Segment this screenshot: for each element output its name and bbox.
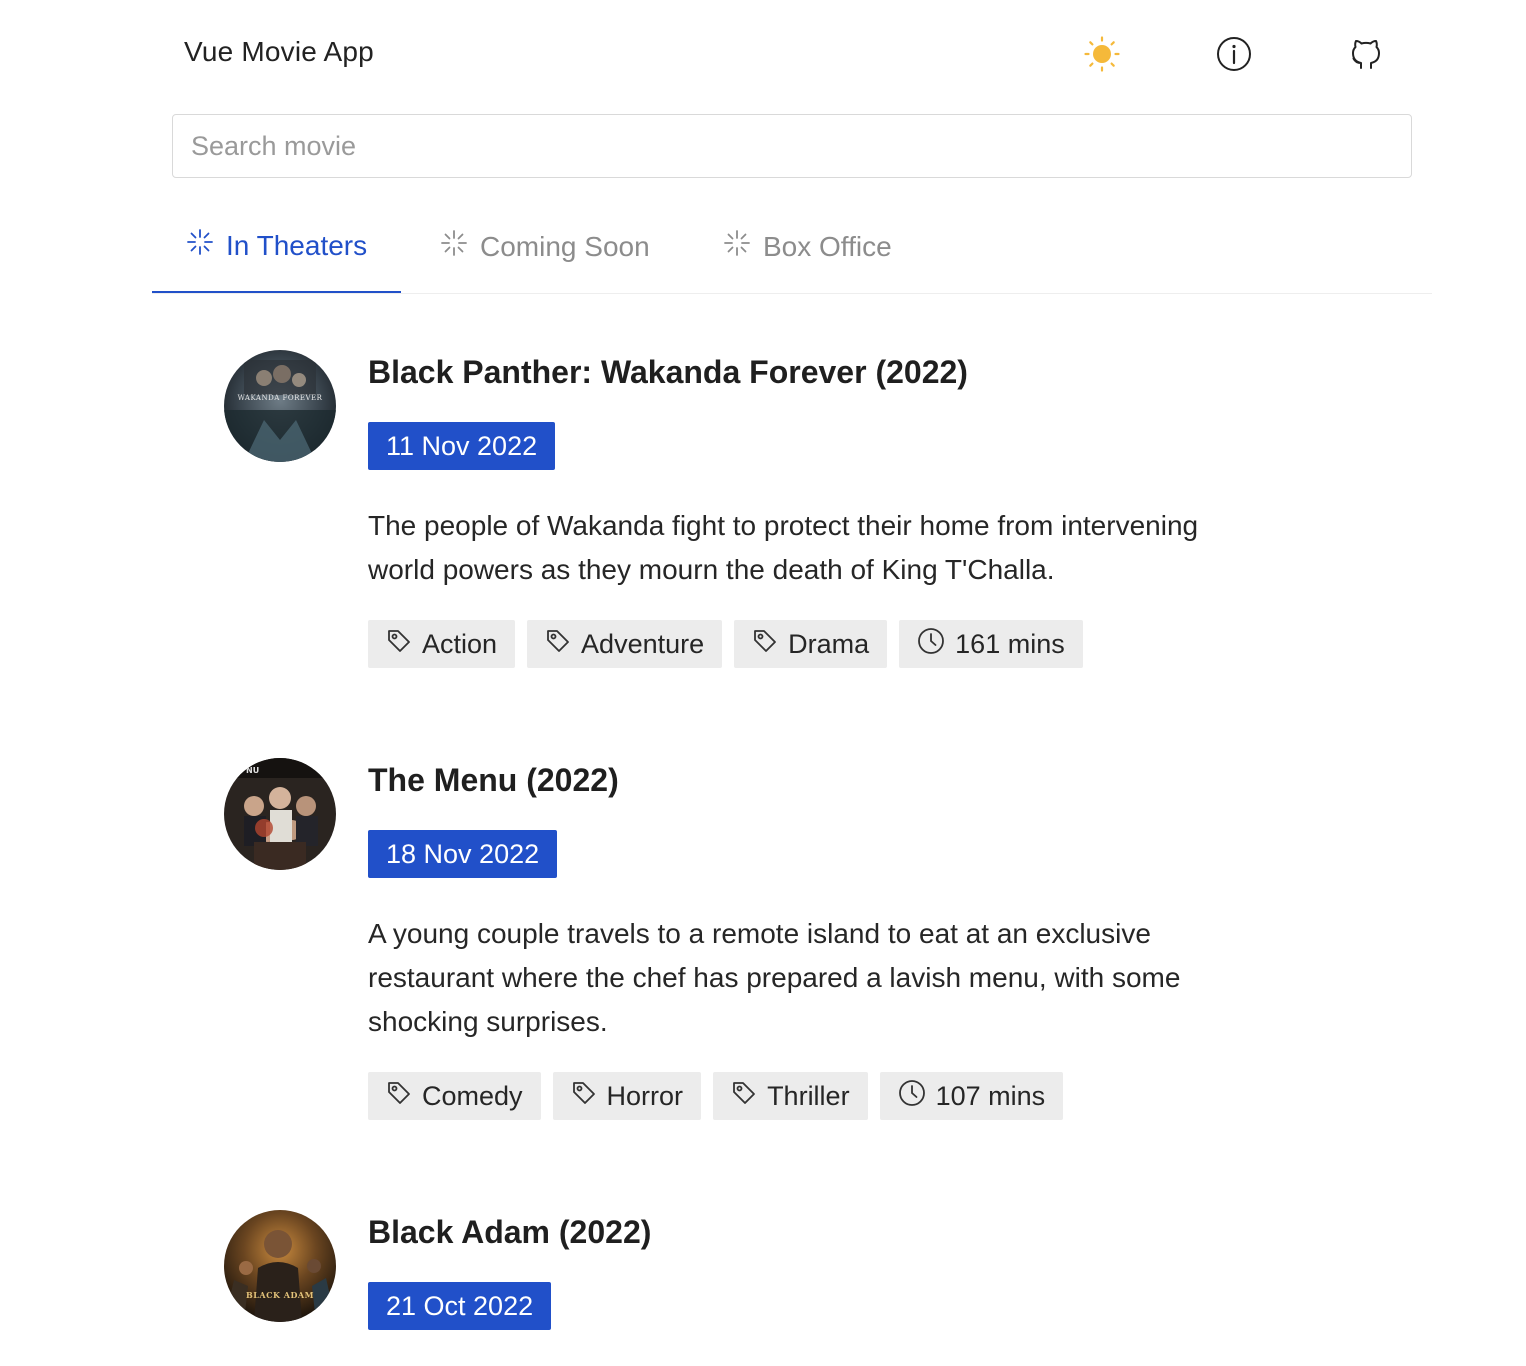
app-title: Vue Movie App: [184, 36, 374, 67]
tab-bar: In Theaters Coming Soon Box Office: [152, 200, 1432, 294]
clock-icon: [898, 1079, 926, 1114]
genre-tag[interactable]: Horror: [552, 1072, 702, 1120]
genre-tag[interactable]: Adventure: [527, 620, 723, 668]
tag-icon: [571, 1080, 597, 1113]
genre-label: Action: [422, 628, 498, 659]
runtime-tag: 161 mins: [899, 620, 1083, 668]
movie-poster[interactable]: BLACK ADAM: [224, 1210, 336, 1322]
tab-label: Coming Soon: [480, 230, 650, 262]
poster-title-text: BLACK ADAM: [246, 1290, 314, 1300]
runtime-label: 161 mins: [955, 628, 1065, 659]
tab-label: Box Office: [763, 230, 892, 262]
clock-icon: [917, 627, 945, 662]
movie-poster[interactable]: NU: [224, 758, 336, 870]
info-icon[interactable]: [1216, 36, 1252, 72]
poster-title-text: NU: [246, 766, 260, 775]
sparkle-icon: [723, 229, 751, 264]
tag-icon: [386, 628, 412, 661]
movie-poster[interactable]: WAKANDA FOREVER: [224, 350, 336, 462]
movie-title[interactable]: Black Adam (2022): [368, 1210, 1288, 1254]
release-date-badge: 21 Oct 2022: [368, 1282, 552, 1330]
tab-label: In Theaters: [226, 229, 368, 261]
release-date-badge: 11 Nov 2022: [368, 422, 556, 470]
github-icon[interactable]: [1348, 36, 1384, 72]
genre-tag[interactable]: Comedy: [368, 1072, 541, 1120]
tag-icon: [545, 628, 571, 661]
tag-icon: [731, 1080, 757, 1113]
sparkle-icon: [440, 229, 468, 264]
movie-tags: Comedy Horror Thriller 107 mins: [368, 1072, 1288, 1120]
poster-title-text: WAKANDA FOREVER: [237, 394, 323, 402]
movie-title[interactable]: The Menu (2022): [368, 758, 1288, 802]
genre-label: Horror: [606, 1080, 684, 1111]
tab-in-theaters[interactable]: In Theaters: [152, 200, 402, 293]
tab-coming-soon[interactable]: Coming Soon: [406, 200, 684, 293]
search-input[interactable]: [172, 114, 1412, 178]
movie-tags: Action Adventure Drama 161 mins: [368, 620, 1288, 668]
genre-label: Comedy: [422, 1080, 523, 1111]
runtime-label: 107 mins: [935, 1080, 1046, 1111]
sun-icon[interactable]: [1084, 36, 1120, 72]
genre-label: Drama: [788, 628, 870, 659]
genre-tag[interactable]: Thriller: [713, 1072, 868, 1120]
tab-box-office[interactable]: Box Office: [689, 200, 926, 293]
runtime-tag: 107 mins: [879, 1072, 1064, 1120]
sparkle-icon: [186, 228, 214, 263]
app-header: Vue Movie App: [0, 0, 1526, 110]
genre-tag[interactable]: Action: [368, 620, 516, 668]
tag-icon: [752, 628, 778, 661]
movie-description: A young couple travels to a remote islan…: [368, 918, 1181, 1037]
release-date-badge: 18 Nov 2022: [368, 830, 558, 878]
tag-icon: [386, 1080, 412, 1113]
genre-label: Adventure: [581, 628, 705, 659]
genre-tag[interactable]: Drama: [734, 620, 888, 668]
movie-title[interactable]: Black Panther: Wakanda Forever (2022): [368, 350, 1288, 394]
movie-description: The people of Wakanda fight to protect t…: [368, 510, 1199, 585]
genre-label: Thriller: [767, 1080, 850, 1111]
